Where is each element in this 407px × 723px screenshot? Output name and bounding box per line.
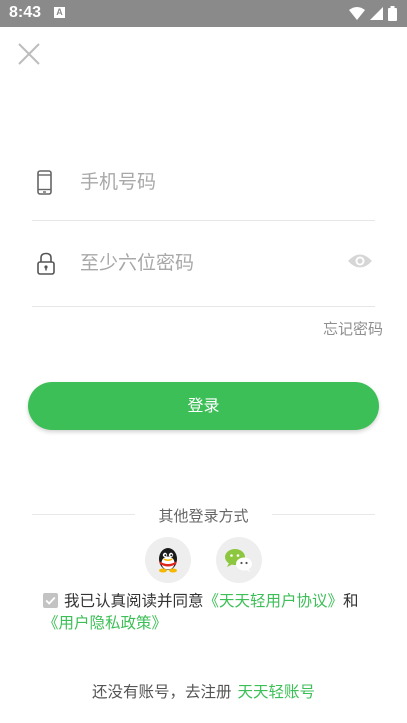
- battery-icon: [388, 6, 397, 21]
- qq-login-button[interactable]: [145, 537, 191, 583]
- eye-icon: [348, 254, 372, 268]
- agreement-checkbox[interactable]: [43, 593, 58, 608]
- wechat-icon: [225, 549, 252, 572]
- phone-input[interactable]: [80, 171, 320, 193]
- login-button[interactable]: 登录: [28, 382, 379, 430]
- forgot-password-link[interactable]: 忘记密码: [323, 318, 383, 339]
- phone-icon: [37, 170, 52, 195]
- register-prompt: 还没有账号，去注册: [91, 683, 232, 701]
- notification-badge: A: [54, 7, 65, 18]
- agreement-prefix: 我已认真阅读并同意: [64, 592, 204, 610]
- wechat-login-button[interactable]: [216, 537, 262, 583]
- register-row: 还没有账号，去注册 天天轻账号: [0, 680, 407, 702]
- check-icon: [45, 596, 56, 605]
- register-link[interactable]: 天天轻账号: [238, 683, 316, 701]
- status-time: 8:43: [9, 4, 42, 21]
- password-input[interactable]: [80, 252, 320, 274]
- status-bar: 8:43 A: [0, 0, 407, 27]
- lock-icon: [37, 252, 55, 275]
- agreement-text: 我已认真阅读并同意《天天轻用户协议》和《用户隐私政策》: [43, 590, 373, 634]
- divider-right: [272, 514, 375, 515]
- close-icon: [18, 43, 40, 65]
- status-icons: [349, 6, 397, 21]
- qq-icon: [159, 548, 177, 573]
- other-login-label: 其他登录方式: [158, 507, 249, 525]
- toggle-password-visibility[interactable]: [347, 252, 373, 274]
- password-field: [32, 221, 375, 307]
- wifi-icon: [349, 6, 365, 20]
- phone-field: [32, 150, 375, 221]
- user-agreement-link[interactable]: 《天天轻用户协议》: [204, 592, 344, 610]
- agreement-and: 和: [343, 592, 359, 610]
- privacy-policy-link[interactable]: 《用户隐私政策》: [43, 614, 167, 632]
- signal-icon: [370, 6, 383, 20]
- close-button[interactable]: [15, 40, 43, 68]
